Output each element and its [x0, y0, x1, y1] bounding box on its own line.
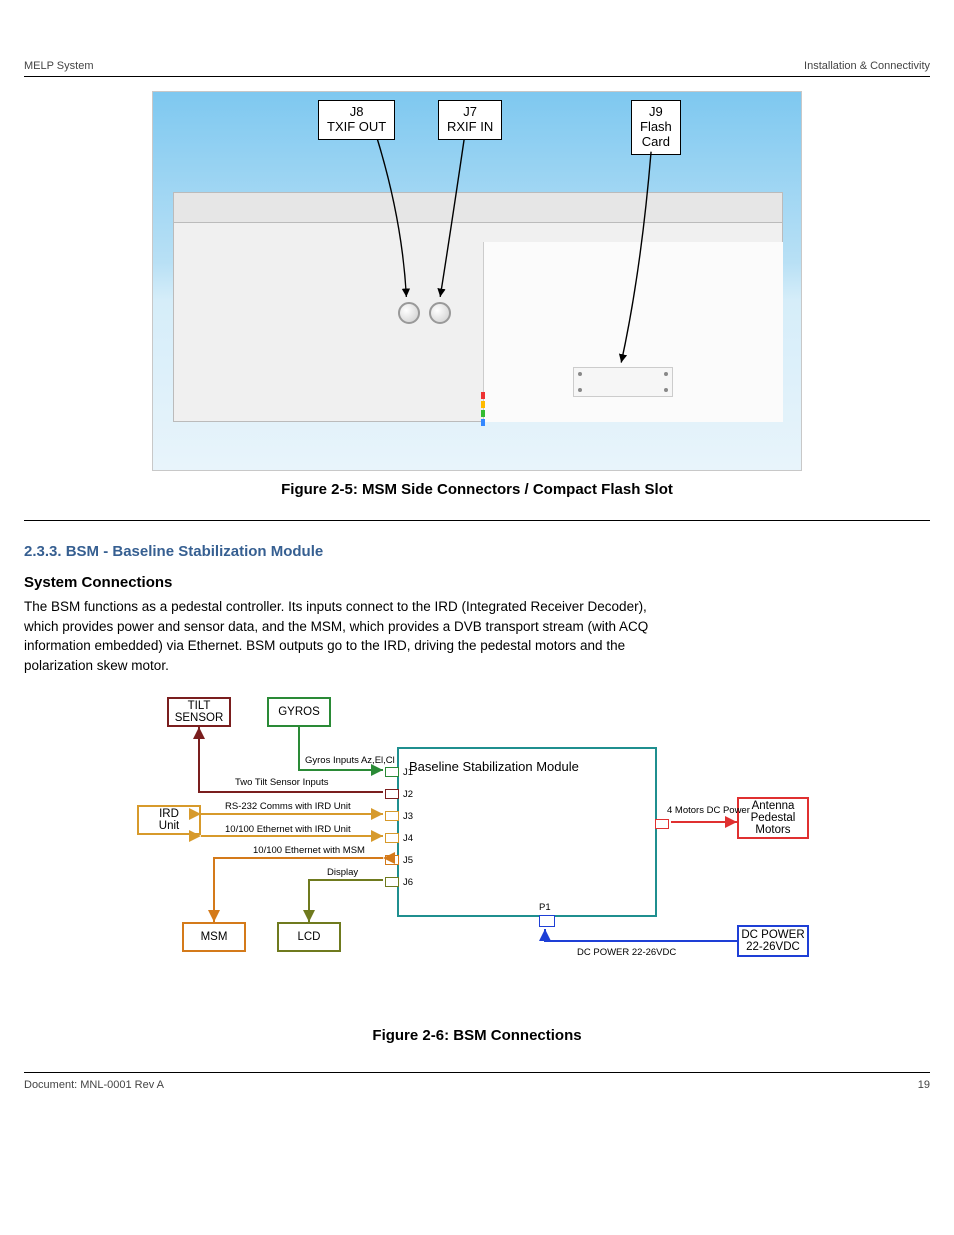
- page-footer: Document: MNL-0001 Rev A 19: [24, 1079, 930, 1091]
- wire-label-ird1: RS-232 Comms with IRD Unit: [225, 801, 351, 812]
- wire-label-msm: 10/100 Ethernet with MSM: [253, 845, 365, 856]
- label-j5: J5: [403, 855, 413, 866]
- callout-j8: J8 TXIF OUT: [318, 100, 395, 140]
- section-heading: 2.3.3. BSM - Baseline Stabilization Modu…: [24, 543, 930, 560]
- label-j4: J4: [403, 833, 413, 844]
- label-j6: J6: [403, 877, 413, 888]
- stub-j1: [385, 767, 399, 777]
- wire-label-antenna: 4 Motors DC Power: [667, 805, 750, 816]
- connector-j7: [429, 302, 451, 324]
- box-lcd: LCD: [277, 922, 341, 952]
- section-number: 2.3.3.: [24, 543, 62, 560]
- page-header: MELP System Installation & Connectivity: [24, 60, 930, 72]
- stub-right: [655, 819, 669, 829]
- figure-2-6: Baseline Stabilization Module J1 J2 J3 J…: [127, 697, 827, 1017]
- box-msm: MSM: [182, 922, 246, 952]
- box-tilt-sensor: TILT SENSOR: [167, 697, 231, 727]
- box-gyros: GYROS: [267, 697, 331, 727]
- footer-page-number: 19: [918, 1079, 930, 1091]
- label-j3: J3: [403, 811, 413, 822]
- box-dc-power: DC POWER 22-26VDC: [737, 925, 809, 957]
- figure-2-6-caption: Figure 2-6: BSM Connections: [24, 1027, 930, 1044]
- label-j2: J2: [403, 789, 413, 800]
- stub-j4: [385, 833, 399, 843]
- stub-j6: [385, 877, 399, 887]
- wire-label-dc: DC POWER 22-26VDC: [577, 947, 676, 958]
- figure-2-5: J8 TXIF OUT J7 RXIF IN J9 Flash Card Fig…: [24, 91, 930, 498]
- box-ird: IRD Unit: [137, 805, 201, 835]
- section-2-3-3: 2.3.3. BSM - Baseline Stabilization Modu…: [24, 543, 930, 675]
- stub-j3: [385, 811, 399, 821]
- stub-j5: [385, 855, 399, 865]
- page: MELP System Installation & Connectivity: [0, 0, 954, 1131]
- wire-label-tilt: Two Tilt Sensor Inputs: [235, 777, 328, 788]
- label-j1: J1: [403, 767, 413, 778]
- section-rule: [24, 520, 930, 521]
- header-rule: [24, 76, 930, 77]
- section-paragraph: The BSM functions as a pedestal controll…: [24, 597, 674, 675]
- callout-j7: J7 RXIF IN: [438, 100, 502, 140]
- header-left: MELP System: [24, 60, 94, 72]
- footer-doc-id: Document: MNL-0001 Rev A: [24, 1079, 164, 1091]
- connector-j8: [398, 302, 420, 324]
- section-title: BSM - Baseline Stabilization Module: [66, 543, 324, 560]
- label-p1: P1: [539, 902, 551, 913]
- header-right: Installation & Connectivity: [804, 60, 930, 72]
- wire-label-lcd: Display: [327, 867, 358, 878]
- section-subheading: System Connections: [24, 574, 930, 591]
- stub-j2: [385, 789, 399, 799]
- wire-label-ird2: 10/100 Ethernet with IRD Unit: [225, 824, 351, 835]
- box-antenna: Antenna Pedestal Motors: [737, 797, 809, 839]
- bsm-box: Baseline Stabilization Module J1 J2 J3 J…: [397, 747, 657, 917]
- status-leds: [481, 392, 485, 432]
- bsm-box-title: Baseline Stabilization Module: [399, 749, 655, 784]
- callout-j9: J9 Flash Card: [631, 100, 681, 155]
- wire-label-gyros: Gyros Inputs Az,El,Cl: [305, 755, 395, 766]
- footer-rule: [24, 1072, 930, 1073]
- stub-p1: [539, 915, 555, 927]
- figure-2-5-caption: Figure 2-5: MSM Side Connectors / Compac…: [24, 481, 930, 498]
- flash-card-slot-j9: [573, 367, 673, 397]
- equipment-render: J8 TXIF OUT J7 RXIF IN J9 Flash Card: [152, 91, 802, 471]
